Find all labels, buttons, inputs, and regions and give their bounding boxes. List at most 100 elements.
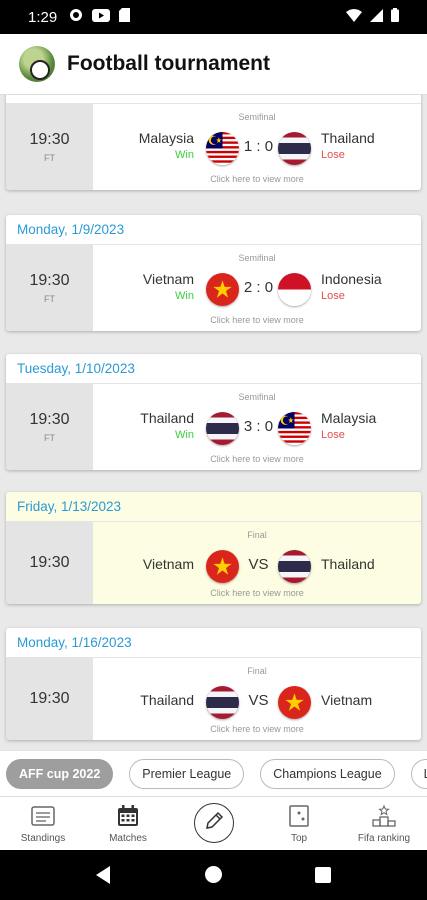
back-icon[interactable] (96, 866, 110, 884)
away-team-name: Thailand (321, 130, 375, 146)
match-round: Semifinal (238, 392, 276, 402)
home-team: Thailand Win (140, 410, 194, 441)
thailand-flag-icon (206, 412, 239, 445)
vietnam-flag-icon (278, 686, 311, 719)
away-team-name: Malaysia (321, 410, 377, 426)
thailand-flag-icon (206, 686, 239, 719)
match-date: Tuesday, 1/10/2023 (6, 354, 421, 384)
thailand-flag-icon (206, 686, 239, 719)
match-time: 19:30 (29, 690, 70, 707)
status-time: 1:29 (28, 8, 58, 26)
edit-button[interactable] (194, 803, 234, 843)
home-team-name: Vietnam (142, 556, 194, 572)
podium-icon (372, 805, 396, 827)
match-score: 1 : 0 (243, 138, 274, 155)
match-time: 19:30 (29, 272, 70, 289)
away-team: Thailand (321, 556, 375, 572)
wifi-icon (346, 8, 362, 26)
match-status: FT (44, 153, 55, 163)
tournament-tab[interactable]: Premier League (129, 758, 245, 789)
tournament-tabs: AFF cup 2022 Premier League Champions Leag… (0, 750, 427, 796)
nav-matches[interactable]: Matches (88, 797, 168, 851)
match-detail[interactable]: Final Vietnam VS Thailand Click here to view… (93, 522, 421, 604)
match-date: Friday, 1/13/2023 (6, 492, 421, 522)
view-more-link[interactable]: Click here to view more (93, 174, 421, 184)
nav-top[interactable]: Top (259, 797, 339, 851)
tournament-tab[interactable]: Champions League (260, 758, 395, 789)
match-detail[interactable]: Final Thailand VS Vietnam Click here to view… (93, 658, 421, 740)
match-time-box: 19:30 (6, 658, 93, 740)
match-time: 19:30 (29, 554, 70, 571)
home-team: Vietnam Win (143, 271, 194, 302)
match-list[interactable]: 19:30 FT Semifinal Malaysia Win 1 : 0 Thailand… (0, 95, 427, 750)
thailand-flag-icon (278, 132, 311, 165)
match-detail[interactable]: Semifinal Malaysia Win 1 : 0 Thailand Lose Cli… (93, 104, 421, 190)
match-detail[interactable]: Semifinal Vietnam Win 2 : 0 Indonesia Lose Cli… (93, 245, 421, 331)
match-round: Semifinal (238, 112, 276, 122)
app-bar: Football tournament (0, 34, 427, 95)
nav-fifa-ranking[interactable]: Fifa ranking (344, 797, 424, 851)
match-time: 19:30 (29, 411, 70, 428)
indonesia-flag-icon (278, 273, 311, 306)
vietnam-flag-icon (206, 273, 239, 306)
match-time: 19:30 (29, 131, 70, 148)
home-team-result: Win (175, 429, 194, 441)
match-card[interactable]: Monday, 1/16/2023 19:30 Final Thailand VS Vie… (6, 628, 421, 740)
away-team-result: Lose (321, 149, 345, 161)
home-team-result: Win (175, 290, 194, 302)
match-card[interactable]: 19:30 FT Semifinal Malaysia Win 1 : 0 Thailand… (6, 95, 421, 190)
match-card[interactable]: Friday, 1/13/2023 19:30 Final Vietnam VS Thai… (6, 492, 421, 604)
pencil-icon (204, 811, 224, 836)
home-team: Malaysia Win (139, 130, 194, 161)
malaysia-flag-icon (206, 132, 239, 165)
top-scorer-icon (289, 805, 309, 827)
away-team: Vietnam (321, 692, 372, 708)
thailand-flag-icon (206, 412, 239, 445)
match-score: 3 : 0 (243, 418, 274, 435)
away-team: Indonesia Lose (321, 271, 382, 302)
match-time-box: 19:30 (6, 522, 93, 604)
match-round: Semifinal (238, 253, 276, 263)
thailand-flag-icon (278, 550, 311, 583)
view-more-link[interactable]: Click here to view more (93, 315, 421, 325)
away-team-name: Vietnam (321, 692, 373, 708)
view-more-link[interactable]: Click here to view more (93, 588, 421, 598)
malaysia-flag-icon (206, 132, 239, 165)
tournament-tab[interactable]: La Liga (410, 758, 427, 789)
match-detail[interactable]: Semifinal Thailand Win 3 : 0 Malaysia Lose Cli… (93, 384, 421, 470)
home-team-result: Win (175, 149, 194, 161)
system-navigation-bar (0, 850, 427, 900)
settings-icon (69, 8, 83, 26)
standings-icon (31, 805, 55, 827)
away-team-name: Thailand (321, 556, 375, 572)
match-card[interactable]: Monday, 1/9/2023 19:30 FT Semifinal Vietnam W… (6, 215, 421, 331)
match-card[interactable]: Tuesday, 1/10/2023 19:30 FT Semifinal Thaila… (6, 354, 421, 470)
match-date (6, 95, 421, 104)
away-team-name: Indonesia (321, 271, 382, 287)
home-icon[interactable] (205, 866, 222, 883)
vietnam-flag-icon (278, 686, 311, 719)
indonesia-flag-icon (278, 273, 311, 306)
home-team-name: Malaysia (138, 130, 194, 146)
nav-standings[interactable]: Standings (3, 797, 83, 851)
versus-label: VS (248, 692, 269, 709)
match-status: FT (44, 433, 55, 443)
view-more-link[interactable]: Click here to view more (93, 454, 421, 464)
home-team-name: Thailand (140, 410, 194, 426)
thailand-flag-icon (278, 550, 311, 583)
match-score: 2 : 0 (243, 279, 274, 296)
tournament-tab[interactable]: AFF cup 2022 (6, 758, 114, 789)
match-round: Final (247, 530, 267, 540)
home-team: Thailand (140, 692, 194, 708)
match-status: FT (44, 294, 55, 304)
app-logo (19, 46, 55, 82)
recent-apps-icon[interactable] (315, 867, 331, 883)
view-more-link[interactable]: Click here to view more (93, 724, 421, 734)
match-round: Final (247, 666, 267, 676)
sim-card-icon (119, 8, 131, 26)
away-team: Malaysia Lose (321, 410, 376, 441)
status-bar: 1:29 (0, 0, 427, 34)
bottom-navigation: Standings Matches Top Fifa ranking (0, 796, 427, 850)
signal-icon (370, 8, 383, 26)
match-time-box: 19:30 FT (6, 245, 93, 331)
